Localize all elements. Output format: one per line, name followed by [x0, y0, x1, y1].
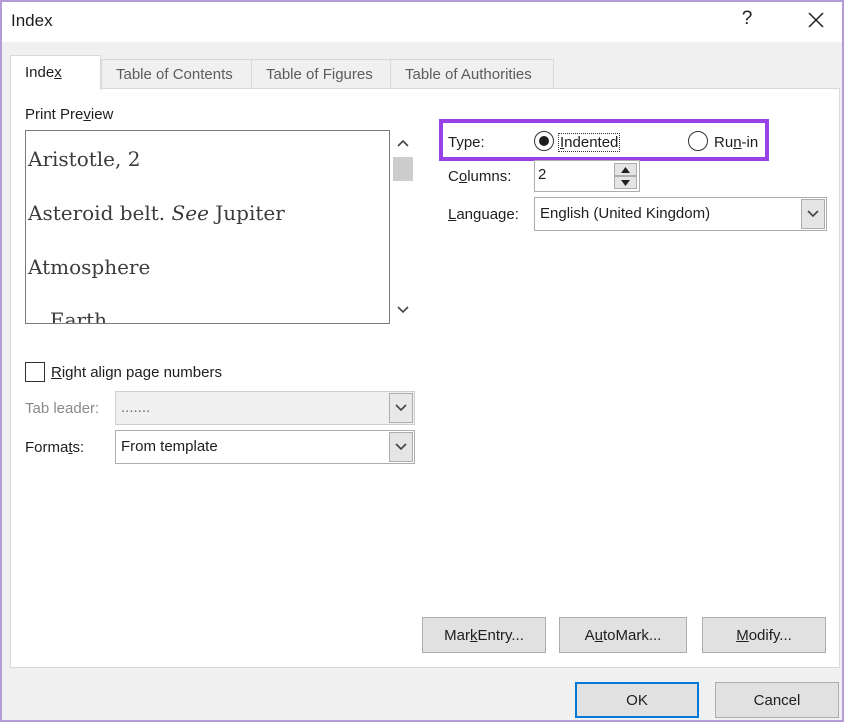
index-dialog: Index ? Index Table of Contents Table of…	[0, 0, 844, 722]
preview-scroll-down-button[interactable]	[391, 297, 415, 323]
window-title: Index	[11, 11, 53, 30]
language-select[interactable]: English (United Kingdom)	[534, 197, 827, 231]
chevron-down-icon	[397, 306, 409, 314]
close-icon	[808, 12, 824, 28]
cancel-button[interactable]: Cancel	[715, 682, 839, 718]
print-preview-box: Aristotle, 2 Asteroid belt. See Jupiter …	[25, 130, 390, 324]
preview-entry-subentry: Earth	[50, 308, 108, 324]
triangle-up-icon	[621, 166, 630, 173]
print-preview-label: Print Preview	[25, 106, 114, 123]
preview-entry: Atmosphere	[28, 255, 151, 279]
columns-input[interactable]: 2	[538, 166, 546, 183]
chevron-down-icon	[395, 404, 407, 412]
index-tab-panel: Print Preview Aristotle, 2 Asteroid belt…	[10, 88, 840, 668]
tab-leader-select: .......	[115, 391, 415, 425]
chevron-up-icon	[397, 139, 409, 147]
columns-increment-button[interactable]	[614, 163, 637, 176]
tab-leader-dropdown-button	[389, 393, 413, 423]
language-label: Language:	[448, 206, 519, 223]
columns-spinner[interactable]: 2	[534, 160, 640, 192]
type-highlight-box	[439, 119, 769, 161]
tab-table-of-contents[interactable]: Table of Contents	[101, 59, 252, 89]
chevron-down-icon	[395, 443, 407, 451]
preview-scroll-thumb[interactable]	[393, 157, 413, 181]
language-dropdown-button[interactable]	[801, 199, 825, 229]
close-button[interactable]	[804, 8, 828, 32]
right-align-label[interactable]: Right align page numbers	[51, 364, 222, 381]
formats-label: Formats:	[25, 439, 85, 456]
tab-table-of-figures[interactable]: Table of Figures	[251, 59, 391, 89]
automark-button[interactable]: Au toMark...	[559, 617, 687, 653]
right-align-checkbox[interactable]	[25, 362, 45, 382]
tab-leader-label: Tab leader:	[25, 400, 100, 417]
help-button[interactable]: ?	[737, 8, 757, 30]
modify-button[interactable]: Modify...	[702, 617, 826, 653]
chevron-down-icon	[807, 210, 819, 218]
mark-entry-button[interactable]: Mar k Entry...	[422, 617, 546, 653]
tab-table-of-authorities[interactable]: Table of Authorities	[390, 59, 554, 89]
columns-decrement-button[interactable]	[614, 176, 637, 189]
formats-dropdown-button[interactable]	[389, 432, 413, 462]
preview-entry: Asteroid belt. See Jupiter	[28, 201, 285, 225]
columns-label: Columns:	[448, 168, 512, 185]
ok-button[interactable]: OK	[575, 682, 699, 718]
preview-scroll-up-button[interactable]	[391, 130, 415, 156]
preview-entry: Aristotle, 2	[28, 147, 141, 171]
formats-select[interactable]: From template	[115, 430, 415, 464]
title-bar: Index ?	[2, 2, 842, 42]
triangle-down-icon	[621, 179, 630, 186]
tab-index[interactable]: Index	[10, 55, 101, 90]
